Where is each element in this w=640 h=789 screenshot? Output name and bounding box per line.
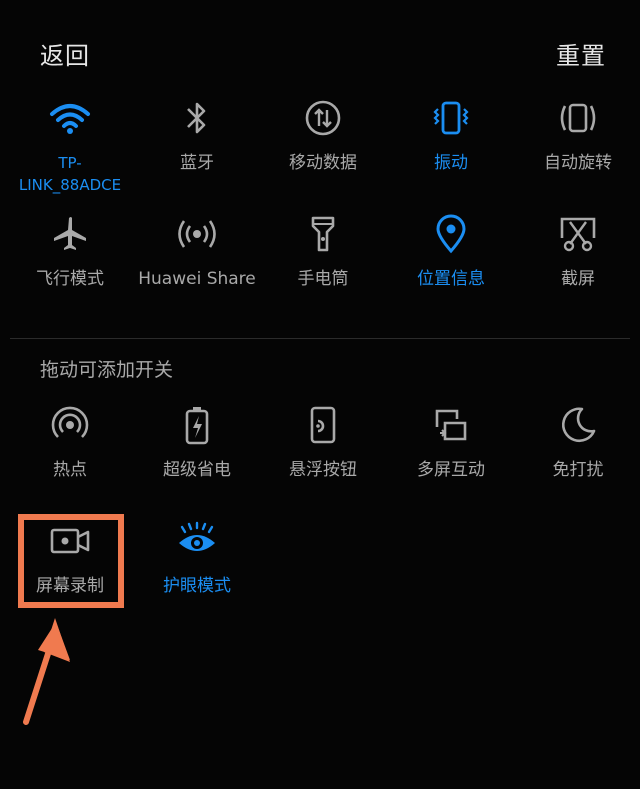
reset-button[interactable]: 重置 xyxy=(556,36,606,71)
tile-auto-rotate[interactable]: 自动旋转 xyxy=(514,98,640,174)
tile-location-label: 位置信息 xyxy=(417,269,485,289)
eye-icon xyxy=(179,521,215,551)
tile-ultra-power[interactable]: 超级省电 xyxy=(133,405,261,481)
tile-hotspot-label: 热点 xyxy=(53,460,87,480)
tile-flashlight[interactable]: 手电筒 xyxy=(259,214,387,290)
auto-rotate-icon xyxy=(560,103,596,133)
add-section-title: 拖动可添加开关 xyxy=(40,359,174,381)
location-icon xyxy=(436,214,466,254)
tile-mobile-data[interactable]: 移动数据 xyxy=(259,98,387,174)
vibrate-icon xyxy=(433,101,469,135)
tile-screenshot-label: 截屏 xyxy=(561,269,595,289)
tile-huawei-share[interactable]: Huawei Share xyxy=(133,214,261,290)
tile-do-not-disturb-label: 免打扰 xyxy=(552,460,604,480)
wifi-icon xyxy=(50,104,90,134)
top-bar: 返回 重置 xyxy=(0,0,640,100)
multi-screen-icon xyxy=(435,409,467,441)
mobile-data-icon xyxy=(305,100,341,136)
tile-multi-screen[interactable]: 多屏互动 xyxy=(387,405,515,481)
huawei-share-icon xyxy=(178,220,216,248)
tile-floating-button[interactable]: 悬浮按钮 xyxy=(259,405,387,481)
tile-eye-comfort[interactable]: 护眼模式 xyxy=(133,521,261,597)
screen-record-highlight-box xyxy=(18,514,124,608)
airplane-icon xyxy=(54,217,86,250)
tile-airplane[interactable]: 飞行模式 xyxy=(6,214,134,290)
tile-multi-screen-label: 多屏互动 xyxy=(417,460,485,480)
bluetooth-icon xyxy=(187,102,206,134)
tile-hotspot[interactable]: 热点 xyxy=(6,405,134,481)
battery-saver-icon xyxy=(185,407,209,445)
section-divider xyxy=(10,338,630,339)
floating-button-icon xyxy=(310,406,336,444)
tile-flashlight-label: 手电筒 xyxy=(297,269,349,289)
flashlight-icon xyxy=(311,216,335,252)
tile-eye-comfort-label: 护眼模式 xyxy=(163,576,231,596)
tile-wifi-label: TP- LINK_88ADCE xyxy=(18,154,122,194)
tile-floating-button-label: 悬浮按钮 xyxy=(289,460,357,480)
tile-huawei-share-label: Huawei Share xyxy=(138,269,256,289)
hotspot-icon xyxy=(51,406,89,438)
tile-auto-rotate-label: 自动旋转 xyxy=(544,153,612,173)
tile-location[interactable]: 位置信息 xyxy=(387,214,515,290)
tile-ultra-power-label: 超级省电 xyxy=(163,460,231,480)
tile-airplane-label: 飞行模式 xyxy=(36,269,104,289)
tile-vibrate[interactable]: 振动 xyxy=(387,98,515,174)
tile-screenshot[interactable]: 截屏 xyxy=(514,214,640,290)
annotation-arrow-icon xyxy=(23,618,70,725)
tile-do-not-disturb[interactable]: 免打扰 xyxy=(514,405,640,481)
tile-bluetooth-label: 蓝牙 xyxy=(180,153,214,173)
moon-icon xyxy=(562,407,596,443)
screenshot-icon xyxy=(560,217,596,252)
tile-wifi[interactable]: TP- LINK_88ADCE xyxy=(6,98,134,196)
tile-bluetooth[interactable]: 蓝牙 xyxy=(133,98,261,174)
tile-mobile-data-label: 移动数据 xyxy=(289,153,357,173)
tile-vibrate-label: 振动 xyxy=(434,153,468,173)
back-button[interactable]: 返回 xyxy=(40,36,90,71)
